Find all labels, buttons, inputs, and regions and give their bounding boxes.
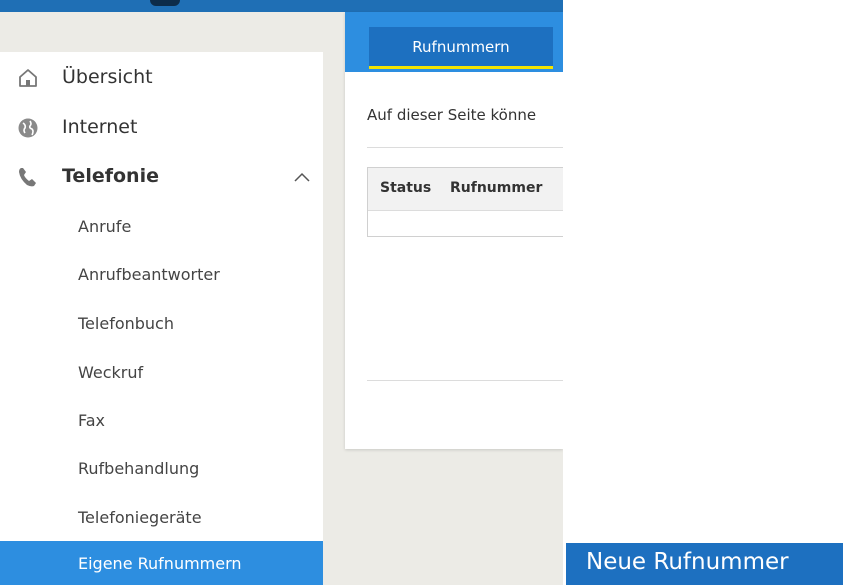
phone-icon (16, 165, 40, 189)
sidebar-subitem-telefoniegeraete[interactable]: Telefoniegeräte (0, 493, 323, 541)
sidebar-subitem-label: Rufbehandlung (78, 458, 200, 478)
sidebar-subitem-label: Telefoniegeräte (78, 507, 202, 527)
logo (150, 0, 180, 6)
sidebar-subitem-anrufe[interactable]: Anrufe (0, 202, 323, 250)
sidebar-item-uebersicht[interactable]: Übersicht (0, 54, 323, 100)
sidebar-item-label: Telefonie (62, 165, 159, 187)
sidebar-subitem-fax[interactable]: Fax (0, 396, 323, 444)
column-header-rufnummer[interactable]: Rufnummer (450, 180, 542, 196)
active-tab-indicator (369, 66, 553, 69)
content-panel: Rufnummern Auf dieser Seite könne Status… (345, 12, 563, 449)
column-header-status[interactable]: Status (380, 180, 431, 196)
tab-bar: Rufnummern (345, 12, 563, 72)
sidebar-subitem-label: Eigene Rufnummern (78, 553, 242, 573)
new-number-button[interactable]: Neue Rufnummer (566, 543, 843, 585)
sidebar-item-label: Übersicht (62, 66, 153, 88)
phone-numbers-table: Status Rufnummer (367, 167, 563, 237)
globe-icon (16, 116, 40, 140)
chevron-up-icon[interactable] (294, 169, 310, 183)
sidebar-item-telefonie[interactable]: Telefonie (0, 153, 323, 199)
sidebar-subitem-weckruf[interactable]: Weckruf (0, 348, 323, 396)
sidebar-subitem-label: Telefonbuch (78, 313, 174, 333)
sidebar-subitem-label: Anrufbeantworter (78, 264, 220, 284)
sidebar-subitem-label: Weckruf (78, 362, 144, 382)
sidebar-subitem-rufbehandlung[interactable]: Rufbehandlung (0, 444, 323, 492)
top-header-bar (0, 0, 563, 12)
sidebar-subitem-telefonbuch[interactable]: Telefonbuch (0, 299, 323, 347)
table-header: Status Rufnummer (368, 168, 563, 211)
sidebar-item-internet[interactable]: Internet (0, 104, 323, 150)
sidebar-subitem-anrufbeantworter[interactable]: Anrufbeantworter (0, 250, 323, 298)
divider (367, 380, 563, 381)
sidebar-nav: Übersicht Internet Telefonie Anrufe Anru… (0, 52, 323, 585)
home-icon (16, 66, 40, 90)
intro-text: Auf dieser Seite könne (367, 106, 537, 124)
app-window: Übersicht Internet Telefonie Anrufe Anru… (0, 0, 563, 585)
sidebar-subitem-label: Fax (78, 410, 106, 430)
sidebar-subitem-eigene-rufnummern[interactable]: Eigene Rufnummern (0, 541, 323, 585)
sidebar-subitem-label: Anrufe (78, 216, 132, 236)
sidebar-item-label: Internet (62, 116, 138, 138)
tab-label: Rufnummern (412, 38, 510, 56)
divider (367, 147, 563, 148)
tab-rufnummern[interactable]: Rufnummern (369, 27, 553, 69)
new-number-button-label: Neue Rufnummer (586, 549, 789, 575)
